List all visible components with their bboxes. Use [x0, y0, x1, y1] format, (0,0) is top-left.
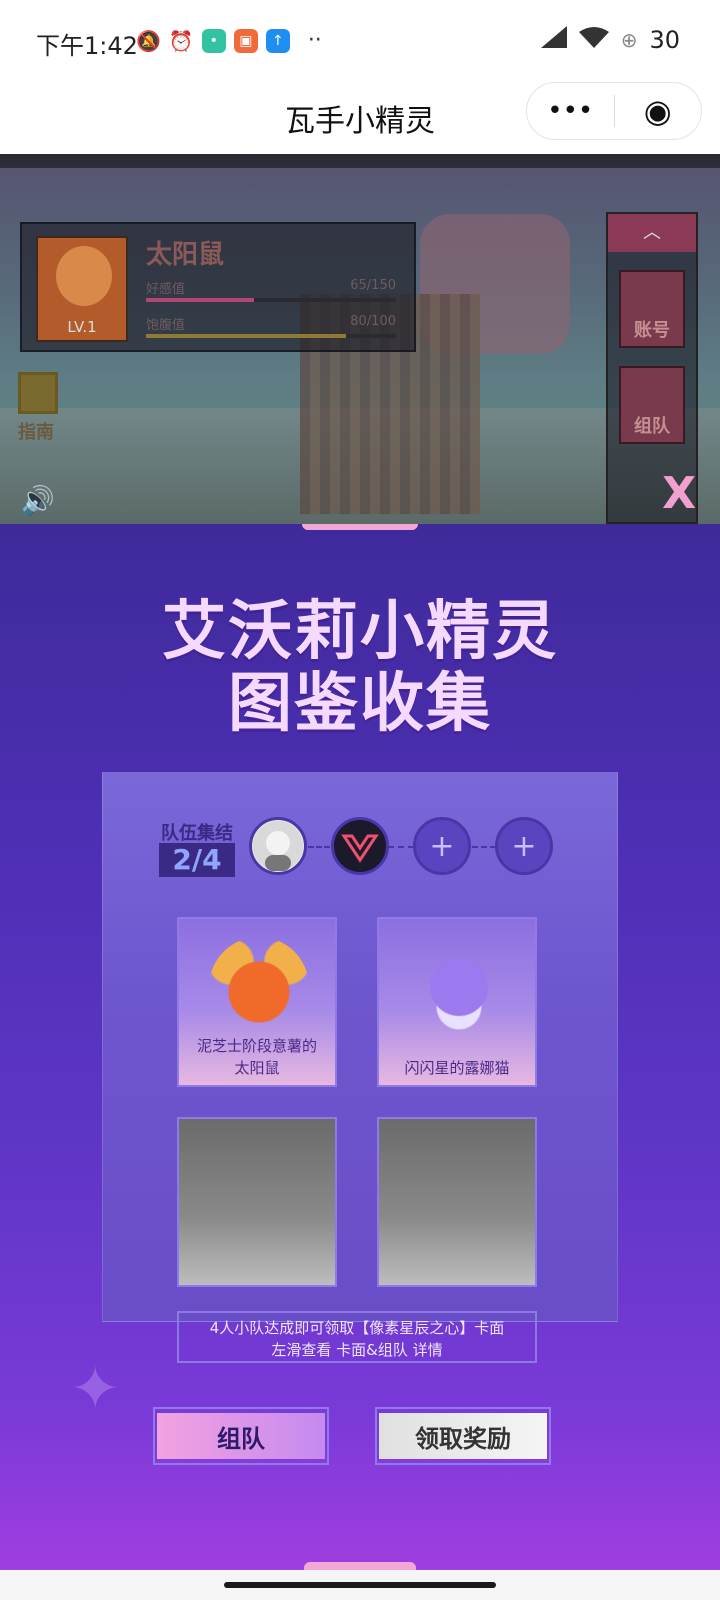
- speaker-icon[interactable]: 🔊: [20, 484, 55, 517]
- wifi-icon: [578, 26, 609, 54]
- card-caption: 泥芝士阶段意薯的 太阳鼠: [179, 1035, 335, 1079]
- card-caption-line1: 闪闪星的露娜猫: [404, 1059, 510, 1077]
- miniprogram-capsule: ••• ◉: [526, 82, 702, 140]
- close-icon[interactable]: X: [662, 468, 696, 519]
- pet-card-locked-3[interactable]: [177, 1117, 337, 1287]
- collection-modal: 艾沃莉小精灵 图鉴收集 队伍集结 2/4 + + 泥芝士阶段意薯的 太阳鼠 闪闪…: [0, 524, 720, 1570]
- notice-line2: 左滑查看 卡面&组队 详情: [271, 1341, 443, 1359]
- card-caption: 闪闪星的露娜猫: [379, 1057, 535, 1079]
- stat-label: 好感值: [146, 282, 186, 297]
- title-bar: 瓦手小精灵 ••• ◉: [0, 80, 720, 154]
- team-member-avatar-2[interactable]: [331, 817, 389, 875]
- pet-card-sun-mouse[interactable]: 泥芝士阶段意薯的 太阳鼠: [177, 917, 337, 1087]
- guide-button[interactable]: 指南: [18, 372, 58, 444]
- slot-connector: [472, 846, 496, 848]
- status-bar: 下午1:42 🔕 ⏰ • ▣ ↑ ·· ⊕ 30: [0, 0, 720, 80]
- stat-value: 65/150: [350, 278, 396, 293]
- team-side-button[interactable]: 组队: [619, 366, 685, 444]
- satiety-bar-fill: [146, 334, 346, 338]
- guide-label: 指南: [18, 422, 54, 443]
- valorant-logo-icon: [341, 834, 379, 863]
- collection-panel: 队伍集结 2/4 + + 泥芝士阶段意薯的 太阳鼠 闪闪星的露娜猫 4人小队达成…: [102, 772, 618, 1465]
- pet-level: LV.1: [67, 318, 97, 336]
- alarm-icon: ⏰: [168, 28, 194, 53]
- home-indicator-bar: [0, 1570, 720, 1600]
- modal-top-tab: [302, 524, 418, 530]
- affection-bar: [146, 298, 396, 302]
- status-time: 下午1:42: [36, 32, 138, 60]
- chevron-up-icon: ︿: [643, 222, 661, 243]
- shop-app-icon: ▣: [233, 28, 258, 53]
- stat-satiety: 饱腹值 80/100: [146, 314, 396, 333]
- status-notification-icons: 🔕 ⏰ • ▣ ↑ ··: [136, 28, 322, 53]
- plus-icon: +: [429, 828, 455, 864]
- affection-bar-fill: [146, 298, 254, 302]
- target-icon: ◉: [643, 92, 672, 130]
- satiety-bar: [146, 334, 396, 338]
- pet-avatar: LV.1: [36, 236, 128, 342]
- battery-saver-icon: ⊕: [620, 28, 638, 52]
- close-miniprogram-button[interactable]: ◉: [615, 83, 702, 139]
- pet-card-locked-4[interactable]: [377, 1117, 537, 1287]
- collapse-button[interactable]: ︿: [608, 214, 696, 252]
- notice-line1: 4人小队达成即可领取【像素星辰之心】卡面: [209, 1319, 505, 1337]
- sparkle-decoration-icon: ✦: [70, 1354, 121, 1424]
- stat-affection: 好感值 65/150: [146, 278, 396, 297]
- stat-value: 80/100: [350, 314, 396, 329]
- game-background: LV.1 太阳鼠 好感值 65/150 饱腹值 80/100 指南 🔊 ︿ 账号…: [0, 154, 720, 524]
- upload-app-icon: ↑: [265, 28, 290, 53]
- team-up-button[interactable]: 组队: [153, 1407, 329, 1465]
- home-indicator[interactable]: [224, 1582, 496, 1588]
- add-member-slot-3[interactable]: +: [413, 817, 471, 875]
- claim-reward-label: 领取奖励: [415, 1424, 511, 1453]
- pet-status-card: LV.1 太阳鼠 好感值 65/150 饱腹值 80/100: [20, 222, 416, 352]
- plus-icon: +: [511, 828, 537, 864]
- more-menu-button[interactable]: •••: [527, 83, 614, 139]
- account-button[interactable]: 账号: [619, 270, 685, 348]
- modal-bottom-tab: [304, 1562, 416, 1570]
- modal-title-line2: 图鉴收集: [228, 667, 492, 741]
- reward-notice: 4人小队达成即可领取【像素星辰之心】卡面 左滑查看 卡面&组队 详情: [177, 1311, 537, 1363]
- battery-level: 30: [649, 26, 680, 54]
- status-right-icons: ⊕ 30: [540, 26, 680, 54]
- signal-icon: [540, 26, 567, 54]
- account-label: 账号: [634, 320, 670, 341]
- mute-icon: 🔕: [136, 28, 161, 53]
- pet-card-luna-cat[interactable]: 闪闪星的露娜猫: [377, 917, 537, 1087]
- slot-connector: [308, 846, 330, 848]
- more-icon: •••: [547, 96, 594, 126]
- team-side-label: 组队: [634, 416, 670, 437]
- more-notifications-icon: ··: [307, 28, 322, 53]
- team-count: 2/4: [159, 843, 235, 877]
- team-member-avatar-1[interactable]: [249, 817, 307, 875]
- stat-label: 饱腹值: [146, 318, 186, 333]
- team-assemble-label: 队伍集结: [161, 823, 233, 844]
- book-icon: [18, 372, 58, 414]
- pet-name: 太阳鼠: [146, 240, 225, 270]
- chat-app-icon: •: [201, 28, 226, 53]
- luna-cat-illustration: [409, 937, 509, 1037]
- card-caption-line2: 太阳鼠: [234, 1059, 280, 1077]
- pet-avatar-face: [56, 246, 112, 306]
- slot-connector: [388, 846, 414, 848]
- claim-reward-button[interactable]: 领取奖励: [375, 1407, 551, 1465]
- member-avatar-icon: [253, 821, 303, 871]
- sun-mouse-illustration: [209, 937, 309, 1037]
- add-member-slot-4[interactable]: +: [495, 817, 553, 875]
- team-up-label: 组队: [217, 1424, 265, 1453]
- card-caption-line1: 泥芝士阶段意薯的: [196, 1037, 317, 1055]
